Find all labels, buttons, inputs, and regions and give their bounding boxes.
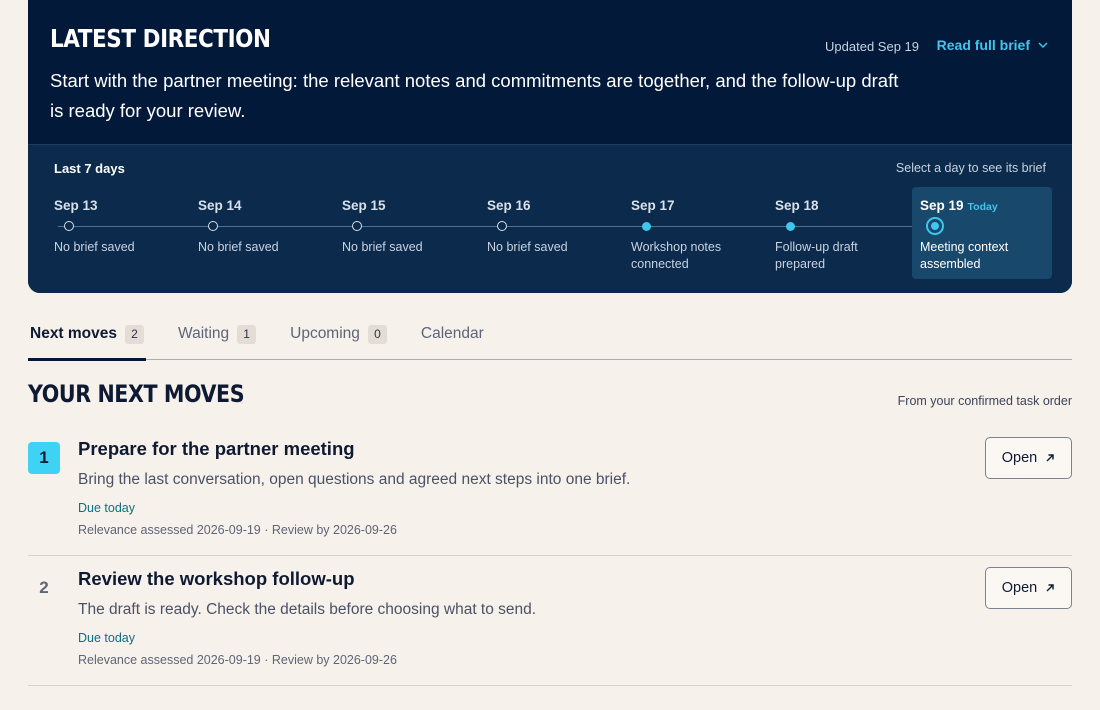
move-title: Review the workshop follow-up — [78, 568, 355, 589]
timeline-day-sep-16[interactable]: Sep 16 No brief saved — [479, 187, 619, 279]
next-move-item: 2 Review the workshop follow-up The draf… — [28, 556, 1072, 686]
move-meta: Relevance assessed 2026-09-19 · Review b… — [78, 523, 397, 537]
timeline-title: Last 7 days — [54, 161, 125, 176]
tab-calendar[interactable]: Calendar — [419, 315, 486, 360]
tab-count-badge: 0 — [367, 325, 387, 344]
latest-direction-header: LATEST DIRECTION Updated Sep 19 Read ful… — [28, 0, 1072, 145]
timeline-day-sep-15[interactable]: Sep 15 No brief saved — [334, 187, 474, 279]
tab-count-badge: 1 — [237, 325, 257, 344]
tab-label: Next moves — [30, 325, 118, 342]
move-due: Due today — [78, 501, 135, 515]
chevron-down-icon — [1038, 42, 1048, 49]
next-moves-source-note: From your confirmed task order — [897, 394, 1072, 408]
arrow-up-right-icon — [1046, 454, 1054, 462]
tab-bar: Next moves 2 Waiting 1 Upcoming 0 Calend… — [28, 315, 1072, 361]
open-button[interactable]: Open — [985, 437, 1072, 479]
updated-date: Updated Sep 19 — [825, 39, 919, 54]
timeline-day-sep-19[interactable]: Sep 19 Today Meeting context assembled — [912, 187, 1052, 279]
today-badge: Today — [967, 201, 998, 213]
tab-label: Upcoming — [290, 325, 360, 342]
move-number: 2 — [39, 578, 49, 597]
tab-next-moves[interactable]: Next moves 2 — [28, 315, 147, 361]
move-due: Due today — [78, 631, 135, 645]
timeline-day-sep-13[interactable]: Sep 13 No brief saved — [46, 187, 186, 279]
next-moves-title: YOUR NEXT MOVES — [28, 380, 245, 408]
latest-direction-title: LATEST DIRECTION — [50, 24, 271, 53]
tab-label: Waiting — [178, 325, 230, 342]
timeline-day-desc: No brief saved — [342, 240, 423, 254]
timeline-dot-current — [926, 217, 944, 235]
timeline-day-sep-14[interactable]: Sep 14 No brief saved — [190, 187, 330, 279]
next-move-item: 1 Prepare for the partner meeting Bring … — [28, 426, 1072, 556]
timeline-dot — [786, 222, 795, 231]
latest-direction-card: LATEST DIRECTION Updated Sep 19 Read ful… — [28, 0, 1072, 293]
timeline-day-date: Sep 16 — [487, 198, 531, 213]
read-full-brief-link[interactable]: Read full brief — [937, 37, 1048, 53]
timeline-dot — [497, 221, 507, 231]
timeline-day-sep-18[interactable]: Sep 18 Follow-up draft prepared — [767, 187, 907, 279]
timeline-day-date: Sep 17 — [631, 198, 675, 213]
timeline-day-date: Sep 15 — [342, 198, 386, 213]
open-button-label: Open — [1001, 450, 1038, 466]
move-description: The draft is ready. Check the details be… — [78, 601, 537, 618]
timeline-dot — [642, 222, 651, 231]
open-button-label: Open — [1001, 580, 1038, 596]
timeline-day-desc: No brief saved — [198, 240, 279, 254]
move-number: 1 — [28, 442, 60, 474]
timeline-day-desc: No brief saved — [54, 240, 135, 254]
timeline-hint: Select a day to see its brief — [895, 161, 1046, 175]
tab-waiting[interactable]: Waiting 1 — [176, 315, 258, 360]
timeline-dot — [64, 221, 74, 231]
timeline-day-sep-17[interactable]: Sep 17 Workshop notes connected — [623, 187, 763, 279]
open-button[interactable]: Open — [985, 567, 1072, 609]
tab-label: Calendar — [420, 325, 484, 342]
timeline-dot — [208, 221, 218, 231]
move-title: Prepare for the partner meeting — [78, 438, 355, 459]
timeline: Last 7 days Select a day to see its brie… — [28, 144, 1072, 293]
timeline-day-date: Sep 13 — [54, 198, 98, 213]
direction-summary: Start with the partner meeting: the rele… — [50, 70, 899, 121]
arrow-up-right-icon — [1046, 584, 1054, 592]
read-full-brief-label: Read full brief — [936, 37, 1030, 53]
timeline-day-date: Sep 14 — [198, 198, 242, 213]
timeline-day-date: Sep 19 — [920, 198, 964, 213]
tab-upcoming[interactable]: Upcoming 0 — [288, 315, 389, 360]
timeline-day-desc: Meeting context assembled — [920, 240, 1009, 271]
timeline-day-desc: Follow-up draft prepared — [775, 240, 858, 271]
move-meta: Relevance assessed 2026-09-19 · Review b… — [78, 653, 397, 667]
timeline-day-desc: No brief saved — [487, 240, 568, 254]
move-description: Bring the last conversation, open questi… — [78, 471, 631, 488]
timeline-day-date: Sep 18 — [775, 198, 819, 213]
tab-count-badge: 2 — [125, 325, 145, 344]
timeline-dot — [352, 221, 362, 231]
timeline-day-desc: Workshop notes connected — [631, 240, 722, 271]
